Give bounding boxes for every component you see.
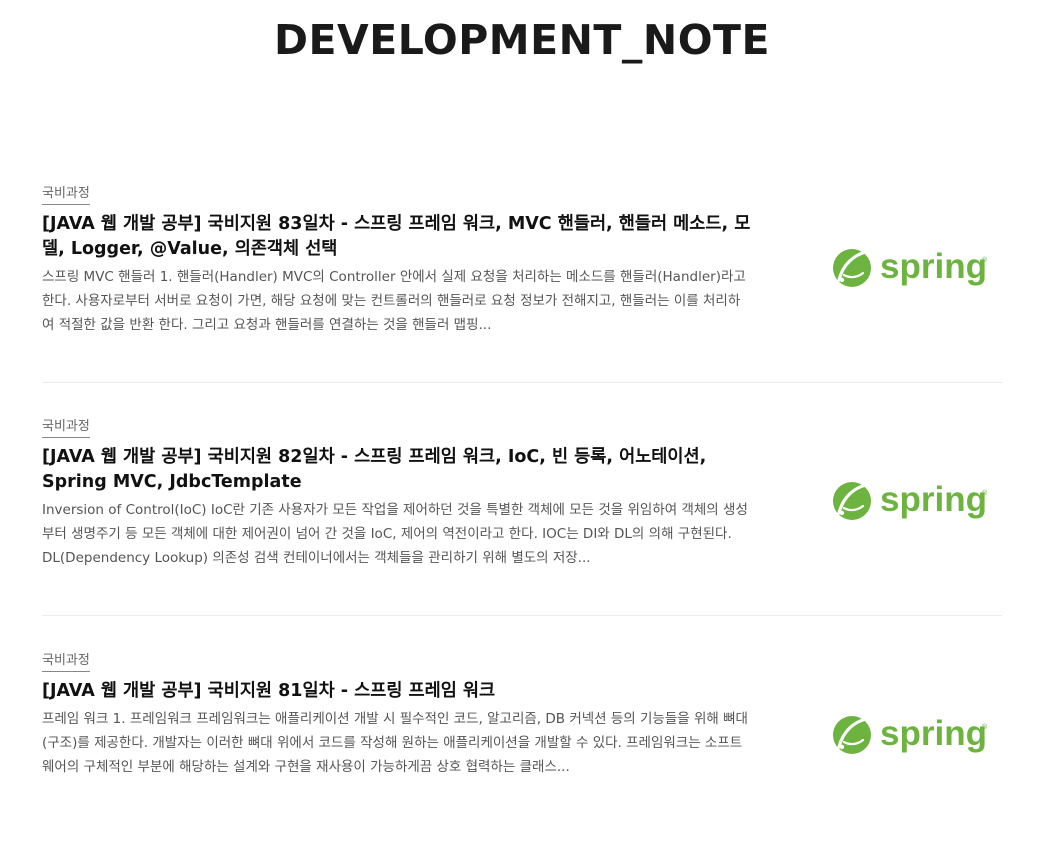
post-thumbnail[interactable]: spring ® <box>832 238 1002 298</box>
svg-text:spring: spring <box>880 247 987 286</box>
svg-text:spring: spring <box>880 480 987 519</box>
spring-logo: spring ® <box>833 714 988 754</box>
post-divider <box>42 615 1002 616</box>
post-excerpt[interactable]: 스프링 MVC 핸들러 1. 핸들러(Handler) MVC의 Control… <box>42 265 752 337</box>
post-item[interactable]: 국비과정 [JAVA 웹 개발 공부] 국비지원 83일차 - 스프링 프레임 … <box>42 182 1002 352</box>
post-divider <box>42 382 1002 383</box>
svg-text:®: ® <box>982 256 988 264</box>
svg-text:®: ® <box>982 723 988 731</box>
post-title[interactable]: [JAVA 웹 개발 공부] 국비지원 83일차 - 스프링 프레임 워크, M… <box>42 212 752 262</box>
svg-text:spring: spring <box>880 714 987 753</box>
spring-leaf-icon <box>833 716 871 754</box>
spring-logo: spring ® <box>833 480 988 520</box>
spring-leaf-icon <box>833 249 871 287</box>
post-item[interactable]: 국비과정 [JAVA 웹 개발 공부] 국비지원 81일차 - 스프링 프레임 … <box>42 649 1002 819</box>
post-thumbnail[interactable]: spring ® <box>832 705 1002 765</box>
post-title[interactable]: [JAVA 웹 개발 공부] 국비지원 81일차 - 스프링 프레임 워크 <box>42 679 752 704</box>
post-category[interactable]: 국비과정 <box>42 415 90 438</box>
blog-title[interactable]: DEVELOPMENT_NOTE <box>0 16 1044 64</box>
spring-logo: spring ® <box>833 247 988 287</box>
svg-text:®: ® <box>982 489 988 497</box>
post-excerpt[interactable]: 프레임 워크 1. 프레임워크 프레임워크는 애플리케이션 개발 시 필수적인 … <box>42 707 752 779</box>
post-title[interactable]: [JAVA 웹 개발 공부] 국비지원 82일차 - 스프링 프레임 워크, I… <box>42 445 752 495</box>
spring-leaf-icon <box>833 482 871 520</box>
post-item[interactable]: 국비과정 [JAVA 웹 개발 공부] 국비지원 82일차 - 스프링 프레임 … <box>42 415 1002 585</box>
post-category[interactable]: 국비과정 <box>42 182 90 205</box>
post-thumbnail[interactable]: spring ® <box>832 471 1002 531</box>
post-category[interactable]: 국비과정 <box>42 649 90 672</box>
post-excerpt[interactable]: Inversion of Control(IoC) IoC란 기존 사용자가 모… <box>42 498 752 570</box>
